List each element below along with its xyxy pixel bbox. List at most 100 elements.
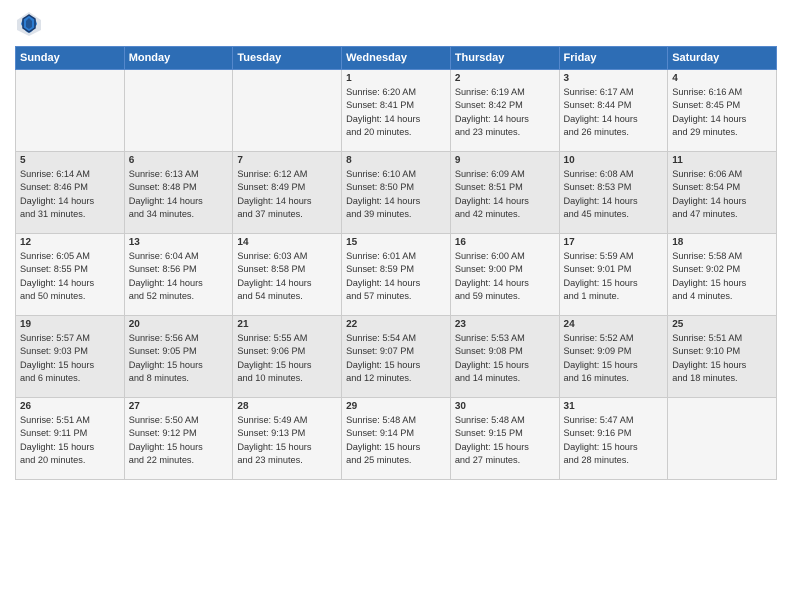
week-row-4: 19 Sunrise: 5:57 AM Sunset: 9:03 PM Dayli… xyxy=(16,316,777,398)
calendar-cell: 21 Sunrise: 5:55 AM Sunset: 9:06 PM Dayli… xyxy=(233,316,342,398)
day-number: 21 xyxy=(237,319,337,330)
day-info: Sunrise: 6:00 AM Sunset: 9:00 PM Dayligh… xyxy=(455,250,555,303)
day-info: Sunrise: 6:08 AM Sunset: 8:53 PM Dayligh… xyxy=(564,168,664,221)
calendar-cell: 7 Sunrise: 6:12 AM Sunset: 8:49 PM Daylig… xyxy=(233,152,342,234)
calendar-cell: 25 Sunrise: 5:51 AM Sunset: 9:10 PM Dayli… xyxy=(668,316,777,398)
day-number: 25 xyxy=(672,319,772,330)
day-info: Sunrise: 5:50 AM Sunset: 9:12 PM Dayligh… xyxy=(129,414,229,467)
calendar-cell: 24 Sunrise: 5:52 AM Sunset: 9:09 PM Dayli… xyxy=(559,316,668,398)
logo-icon xyxy=(15,10,43,38)
calendar-cell xyxy=(233,70,342,152)
calendar-cell: 23 Sunrise: 5:53 AM Sunset: 9:08 PM Dayli… xyxy=(450,316,559,398)
day-info: Sunrise: 6:01 AM Sunset: 8:59 PM Dayligh… xyxy=(346,250,446,303)
calendar-cell: 15 Sunrise: 6:01 AM Sunset: 8:59 PM Dayli… xyxy=(342,234,451,316)
week-row-3: 12 Sunrise: 6:05 AM Sunset: 8:55 PM Dayli… xyxy=(16,234,777,316)
day-number: 12 xyxy=(20,237,120,248)
calendar-cell: 9 Sunrise: 6:09 AM Sunset: 8:51 PM Daylig… xyxy=(450,152,559,234)
calendar-cell: 22 Sunrise: 5:54 AM Sunset: 9:07 PM Dayli… xyxy=(342,316,451,398)
day-info: Sunrise: 5:55 AM Sunset: 9:06 PM Dayligh… xyxy=(237,332,337,385)
day-info: Sunrise: 6:05 AM Sunset: 8:55 PM Dayligh… xyxy=(20,250,120,303)
calendar-cell xyxy=(16,70,125,152)
day-number: 9 xyxy=(455,155,555,166)
day-number: 13 xyxy=(129,237,229,248)
calendar-cell: 27 Sunrise: 5:50 AM Sunset: 9:12 PM Dayli… xyxy=(124,398,233,480)
calendar-cell: 30 Sunrise: 5:48 AM Sunset: 9:15 PM Dayli… xyxy=(450,398,559,480)
day-number: 23 xyxy=(455,319,555,330)
day-info: Sunrise: 5:56 AM Sunset: 9:05 PM Dayligh… xyxy=(129,332,229,385)
day-info: Sunrise: 5:48 AM Sunset: 9:15 PM Dayligh… xyxy=(455,414,555,467)
day-info: Sunrise: 5:48 AM Sunset: 9:14 PM Dayligh… xyxy=(346,414,446,467)
day-number: 24 xyxy=(564,319,664,330)
header-cell-friday: Friday xyxy=(559,47,668,70)
day-info: Sunrise: 6:14 AM Sunset: 8:46 PM Dayligh… xyxy=(20,168,120,221)
day-number: 22 xyxy=(346,319,446,330)
day-info: Sunrise: 6:09 AM Sunset: 8:51 PM Dayligh… xyxy=(455,168,555,221)
header-cell-thursday: Thursday xyxy=(450,47,559,70)
page-container: SundayMondayTuesdayWednesdayThursdayFrid… xyxy=(0,0,792,490)
day-info: Sunrise: 5:52 AM Sunset: 9:09 PM Dayligh… xyxy=(564,332,664,385)
day-number: 6 xyxy=(129,155,229,166)
calendar-cell: 31 Sunrise: 5:47 AM Sunset: 9:16 PM Dayli… xyxy=(559,398,668,480)
day-info: Sunrise: 5:58 AM Sunset: 9:02 PM Dayligh… xyxy=(672,250,772,303)
day-info: Sunrise: 5:57 AM Sunset: 9:03 PM Dayligh… xyxy=(20,332,120,385)
calendar-cell: 29 Sunrise: 5:48 AM Sunset: 9:14 PM Dayli… xyxy=(342,398,451,480)
day-number: 16 xyxy=(455,237,555,248)
day-number: 18 xyxy=(672,237,772,248)
calendar-cell: 6 Sunrise: 6:13 AM Sunset: 8:48 PM Daylig… xyxy=(124,152,233,234)
logo xyxy=(15,10,46,38)
day-number: 2 xyxy=(455,73,555,84)
day-number: 19 xyxy=(20,319,120,330)
calendar-cell: 3Sunrise: 6:17 AM Sunset: 8:44 PM Daylig… xyxy=(559,70,668,152)
page-header xyxy=(15,10,777,38)
day-number: 5 xyxy=(20,155,120,166)
day-info: Sunrise: 5:49 AM Sunset: 9:13 PM Dayligh… xyxy=(237,414,337,467)
day-number: 11 xyxy=(672,155,772,166)
day-number: 29 xyxy=(346,401,446,412)
header-cell-wednesday: Wednesday xyxy=(342,47,451,70)
calendar-cell: 14 Sunrise: 6:03 AM Sunset: 8:58 PM Dayli… xyxy=(233,234,342,316)
calendar-cell: 28Sunrise: 5:49 AM Sunset: 9:13 PM Dayli… xyxy=(233,398,342,480)
day-info: Sunrise: 6:12 AM Sunset: 8:49 PM Dayligh… xyxy=(237,168,337,221)
day-info: Sunrise: 6:13 AM Sunset: 8:48 PM Dayligh… xyxy=(129,168,229,221)
day-info: Sunrise: 6:20 AM Sunset: 8:41 PM Dayligh… xyxy=(346,86,446,139)
calendar-cell: 8Sunrise: 6:10 AM Sunset: 8:50 PM Daylig… xyxy=(342,152,451,234)
calendar-cell: 13Sunrise: 6:04 AM Sunset: 8:56 PM Dayli… xyxy=(124,234,233,316)
day-info: Sunrise: 6:06 AM Sunset: 8:54 PM Dayligh… xyxy=(672,168,772,221)
day-info: Sunrise: 5:47 AM Sunset: 9:16 PM Dayligh… xyxy=(564,414,664,467)
calendar-cell: 17Sunrise: 5:59 AM Sunset: 9:01 PM Dayli… xyxy=(559,234,668,316)
day-number: 31 xyxy=(564,401,664,412)
day-info: Sunrise: 6:03 AM Sunset: 8:58 PM Dayligh… xyxy=(237,250,337,303)
calendar-cell: 20 Sunrise: 5:56 AM Sunset: 9:05 PM Dayli… xyxy=(124,316,233,398)
day-info: Sunrise: 5:54 AM Sunset: 9:07 PM Dayligh… xyxy=(346,332,446,385)
header-row: SundayMondayTuesdayWednesdayThursdayFrid… xyxy=(16,47,777,70)
calendar-cell: 16 Sunrise: 6:00 AM Sunset: 9:00 PM Dayli… xyxy=(450,234,559,316)
week-row-2: 5 Sunrise: 6:14 AM Sunset: 8:46 PM Daylig… xyxy=(16,152,777,234)
day-number: 15 xyxy=(346,237,446,248)
day-number: 14 xyxy=(237,237,337,248)
day-number: 30 xyxy=(455,401,555,412)
calendar-cell: 19 Sunrise: 5:57 AM Sunset: 9:03 PM Dayli… xyxy=(16,316,125,398)
day-info: Sunrise: 5:51 AM Sunset: 9:10 PM Dayligh… xyxy=(672,332,772,385)
day-number: 26 xyxy=(20,401,120,412)
day-info: Sunrise: 5:53 AM Sunset: 9:08 PM Dayligh… xyxy=(455,332,555,385)
calendar-cell: 11 Sunrise: 6:06 AM Sunset: 8:54 PM Dayli… xyxy=(668,152,777,234)
day-info: Sunrise: 5:51 AM Sunset: 9:11 PM Dayligh… xyxy=(20,414,120,467)
calendar-cell xyxy=(668,398,777,480)
day-number: 7 xyxy=(237,155,337,166)
header-cell-sunday: Sunday xyxy=(16,47,125,70)
day-number: 10 xyxy=(564,155,664,166)
day-number: 1 xyxy=(346,73,446,84)
day-number: 8 xyxy=(346,155,446,166)
day-info: Sunrise: 6:17 AM Sunset: 8:44 PM Dayligh… xyxy=(564,86,664,139)
day-number: 27 xyxy=(129,401,229,412)
calendar-cell: 18 Sunrise: 5:58 AM Sunset: 9:02 PM Dayli… xyxy=(668,234,777,316)
header-cell-tuesday: Tuesday xyxy=(233,47,342,70)
calendar-cell: 26 Sunrise: 5:51 AM Sunset: 9:11 PM Dayli… xyxy=(16,398,125,480)
calendar-cell xyxy=(124,70,233,152)
week-row-5: 26 Sunrise: 5:51 AM Sunset: 9:11 PM Dayli… xyxy=(16,398,777,480)
calendar-cell: 5 Sunrise: 6:14 AM Sunset: 8:46 PM Daylig… xyxy=(16,152,125,234)
day-info: Sunrise: 5:59 AM Sunset: 9:01 PM Dayligh… xyxy=(564,250,664,303)
calendar-cell: 2Sunrise: 6:19 AM Sunset: 8:42 PM Daylig… xyxy=(450,70,559,152)
day-number: 20 xyxy=(129,319,229,330)
header-cell-saturday: Saturday xyxy=(668,47,777,70)
